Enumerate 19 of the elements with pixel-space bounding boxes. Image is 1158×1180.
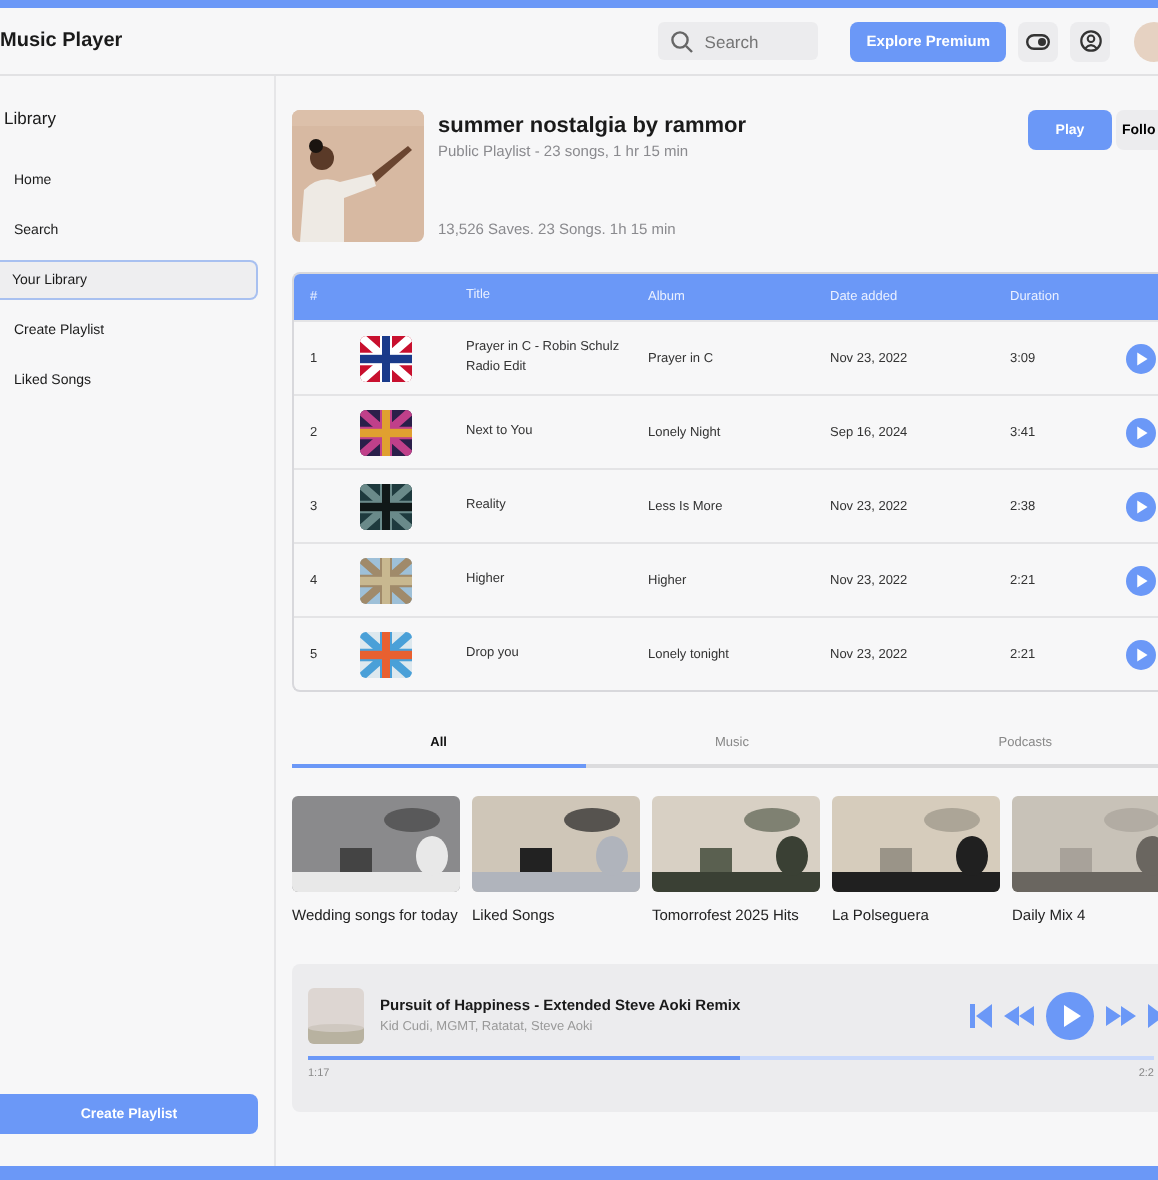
play-icon[interactable] <box>1046 991 1094 1040</box>
play-icon[interactable] <box>1126 343 1156 373</box>
rewind-icon[interactable] <box>1004 1005 1034 1026</box>
toggle-button[interactable] <box>1018 21 1058 61</box>
play-icon[interactable] <box>1126 417 1156 447</box>
toggle-icon <box>1026 33 1050 49</box>
skip-back-icon[interactable] <box>970 1003 992 1028</box>
account-button[interactable] <box>1070 21 1110 61</box>
progress-bar[interactable] <box>308 1055 1154 1060</box>
fast-forward-icon[interactable] <box>1106 1005 1136 1026</box>
play-icon[interactable] <box>1126 491 1156 521</box>
sidebar-heading: Library <box>2 108 58 128</box>
playlist-title: summer nostalgia by rammor <box>438 114 749 138</box>
play-icon[interactable] <box>1126 639 1156 669</box>
app-title: Music Player <box>0 30 123 52</box>
search-field[interactable]: Search <box>658 22 819 60</box>
user-icon <box>1079 30 1101 52</box>
search-icon <box>670 29 695 53</box>
play-icon[interactable] <box>1126 565 1156 595</box>
